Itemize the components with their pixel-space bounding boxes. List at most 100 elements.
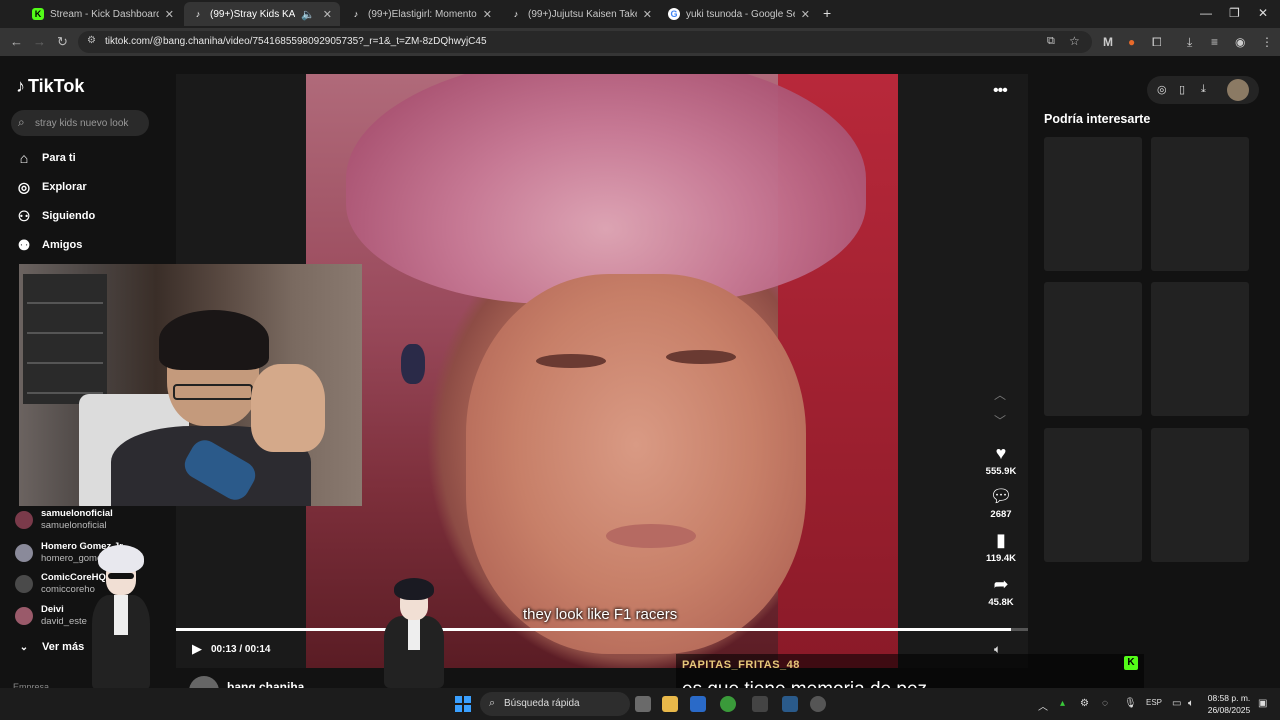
close-window-icon[interactable]: ✕ — [1258, 6, 1268, 20]
search-input[interactable] — [35, 115, 145, 131]
see-more-button[interactable]: ⌄ Ver más — [15, 636, 84, 658]
task-view-icon[interactable] — [635, 696, 651, 712]
maximize-icon[interactable]: ❐ — [1229, 6, 1240, 20]
close-tab-icon[interactable]: ✕ — [165, 8, 174, 21]
save-button[interactable]: ▮ 119.4K — [980, 529, 1022, 564]
close-tab-icon[interactable]: ✕ — [801, 8, 810, 21]
extension-m-icon[interactable]: M — [1103, 35, 1113, 49]
volume-icon[interactable]: 🔈︎ — [1188, 698, 1194, 709]
shelf — [23, 274, 107, 404]
browser-toolbar: ← → ↻ ⚙ tiktok.com/@bang.chaniha/video/7… — [0, 28, 1280, 56]
clock-time: 08:58 p. m. — [1207, 693, 1251, 703]
account-handle: samuelonoficial — [41, 520, 107, 531]
heart-icon: ♥ — [995, 443, 1007, 463]
tab-title: (99+)Jujutsu Kaisen Takedown — [528, 8, 637, 20]
suggested-video-thumb[interactable] — [1044, 282, 1142, 416]
notifications-icon[interactable]: ▣ — [1258, 698, 1267, 709]
suggested-video-thumb[interactable] — [1044, 137, 1142, 271]
nav-item-following[interactable]: ⚇ Siguiendo — [15, 205, 95, 227]
account-name: Deivi — [41, 604, 64, 615]
windows-start-icon[interactable] — [455, 696, 471, 712]
video-progress-bar[interactable] — [176, 628, 1028, 631]
address-bar[interactable]: ⚙ tiktok.com/@bang.chaniha/video/7541685… — [78, 31, 1092, 53]
tray-chevron-icon[interactable]: ︿ — [1038, 698, 1048, 713]
video-progress-fill — [176, 628, 1011, 631]
browser-tab[interactable]: G yuki tsunoda - Google Search ✕ — [660, 2, 818, 26]
play-icon[interactable]: ▶ — [192, 641, 202, 657]
language-indicator[interactable]: ESP — [1146, 698, 1162, 707]
user-avatar[interactable] — [1227, 79, 1249, 101]
forward-icon[interactable]: → — [33, 34, 46, 49]
tray-app-icon[interactable]: ◌ — [1102, 698, 1108, 709]
tiktok-logo[interactable]: ♪ TikTok — [16, 76, 84, 97]
taskbar-search[interactable]: ⌕ Búsqueda rápida — [480, 692, 630, 716]
compass-icon: ◎ — [17, 178, 31, 195]
more-options-icon[interactable]: ••• — [993, 82, 1008, 100]
avatar — [15, 575, 33, 593]
search-icon[interactable]: ⌕ — [18, 115, 25, 130]
tab-title: Stream - Kick Dashboard — [50, 8, 159, 20]
close-tab-icon[interactable]: ✕ — [483, 8, 492, 21]
outlook-icon[interactable] — [690, 696, 706, 712]
browser-tab[interactable]: ♪ (99+)Jujutsu Kaisen Takedown ✕ — [502, 2, 660, 26]
chrome-icon[interactable] — [720, 696, 736, 712]
bookmark-icon: ▮ — [996, 530, 1006, 550]
mobile-icon[interactable]: ▯ — [1179, 83, 1185, 96]
search-box[interactable]: ⌕ — [11, 110, 149, 136]
tray-app-icon[interactable]: ▴ — [1060, 698, 1065, 709]
browser-tab-active[interactable]: ♪ (99+)Stray Kids KARMA en 🔈 ✕ — [184, 2, 340, 26]
tiktok-icon: ♪ — [353, 9, 359, 19]
url-text[interactable]: tiktok.com/@bang.chaniha/video/754168559… — [105, 36, 487, 47]
video-subject-earpiece — [401, 344, 425, 384]
nav-item-friends[interactable]: ⚉ Amigos — [15, 234, 83, 256]
like-count: 555.9K — [985, 466, 1017, 477]
app-icon[interactable] — [752, 696, 768, 712]
network-icon[interactable]: ▭ — [1172, 698, 1181, 709]
close-tab-icon[interactable]: ✕ — [323, 8, 332, 21]
download-icon[interactable]: ⤓ — [1187, 35, 1192, 50]
browser-tab[interactable]: K Stream - Kick Dashboard ✕ — [24, 2, 182, 26]
file-explorer-icon[interactable] — [662, 696, 678, 712]
tray-app-icon[interactable]: ⚙ — [1080, 698, 1089, 709]
suggested-video-thumb[interactable] — [1151, 137, 1249, 271]
share-button[interactable]: ➦ 45.8K — [980, 573, 1022, 608]
minimize-icon[interactable]: — — [1200, 6, 1212, 20]
extensions-puzzle-icon[interactable]: ⧠ — [1152, 35, 1162, 50]
previous-video-icon[interactable]: ︿ — [994, 386, 1006, 403]
streamer-hair — [159, 310, 269, 370]
suggested-video-thumb[interactable] — [1151, 428, 1249, 562]
microphone-icon[interactable]: 🎙︎ — [1124, 698, 1137, 709]
install-app-icon[interactable]: ⧉ — [1047, 35, 1055, 48]
suggested-video-thumb[interactable] — [1151, 282, 1249, 416]
nav-item-explore[interactable]: ◎ Explorar — [15, 176, 87, 198]
vscode-icon[interactable] — [782, 696, 798, 712]
nav-label: Para ti — [42, 152, 76, 164]
reading-list-icon[interactable]: ≡ — [1211, 35, 1218, 49]
download-icon[interactable]: ⤓ — [1201, 83, 1206, 96]
chevron-down-icon: ⌄ — [19, 641, 29, 653]
back-icon[interactable]: ← — [10, 34, 23, 49]
nav-label: Explorar — [42, 181, 87, 193]
like-button[interactable]: ♥ 555.9K — [980, 442, 1022, 477]
bookmark-star-icon[interactable]: ☆ — [1069, 34, 1080, 48]
tiktok-icon: ♪ — [195, 9, 201, 19]
browser-menu-icon[interactable]: ⋮ — [1261, 35, 1273, 49]
obs-icon[interactable] — [810, 696, 826, 712]
speaker-icon[interactable]: 🔈 — [301, 8, 315, 21]
coins-icon[interactable]: ◎ — [1157, 83, 1167, 96]
reload-icon[interactable]: ↻ — [57, 34, 68, 50]
browser-tab[interactable]: ♪ (99+)Elastigirl: Momentos Dest ✕ — [342, 2, 500, 26]
site-info-icon[interactable]: ⚙ — [87, 35, 96, 46]
nav-item-for-you[interactable]: ⌂ Para ti — [15, 147, 76, 169]
close-tab-icon[interactable]: ✕ — [643, 8, 652, 21]
extension-fox-icon[interactable]: ● — [1128, 35, 1135, 49]
browser-tab-strip: K Stream - Kick Dashboard ✕ ♪ (99+)Stray… — [0, 0, 1280, 28]
glasses — [173, 384, 253, 400]
clock-date: 26/08/2025 — [1207, 705, 1251, 715]
comment-button[interactable]: 💬︎ 2687 — [980, 485, 1022, 520]
suggested-video-thumb[interactable] — [1044, 428, 1142, 562]
new-tab-icon[interactable]: + — [823, 5, 831, 21]
profile-avatar-icon[interactable]: ◉ — [1235, 35, 1245, 49]
taskbar-clock[interactable]: 08:58 p. m. 26/08/2025 — [1206, 692, 1252, 716]
next-video-icon[interactable]: ﹀ — [994, 412, 1006, 429]
